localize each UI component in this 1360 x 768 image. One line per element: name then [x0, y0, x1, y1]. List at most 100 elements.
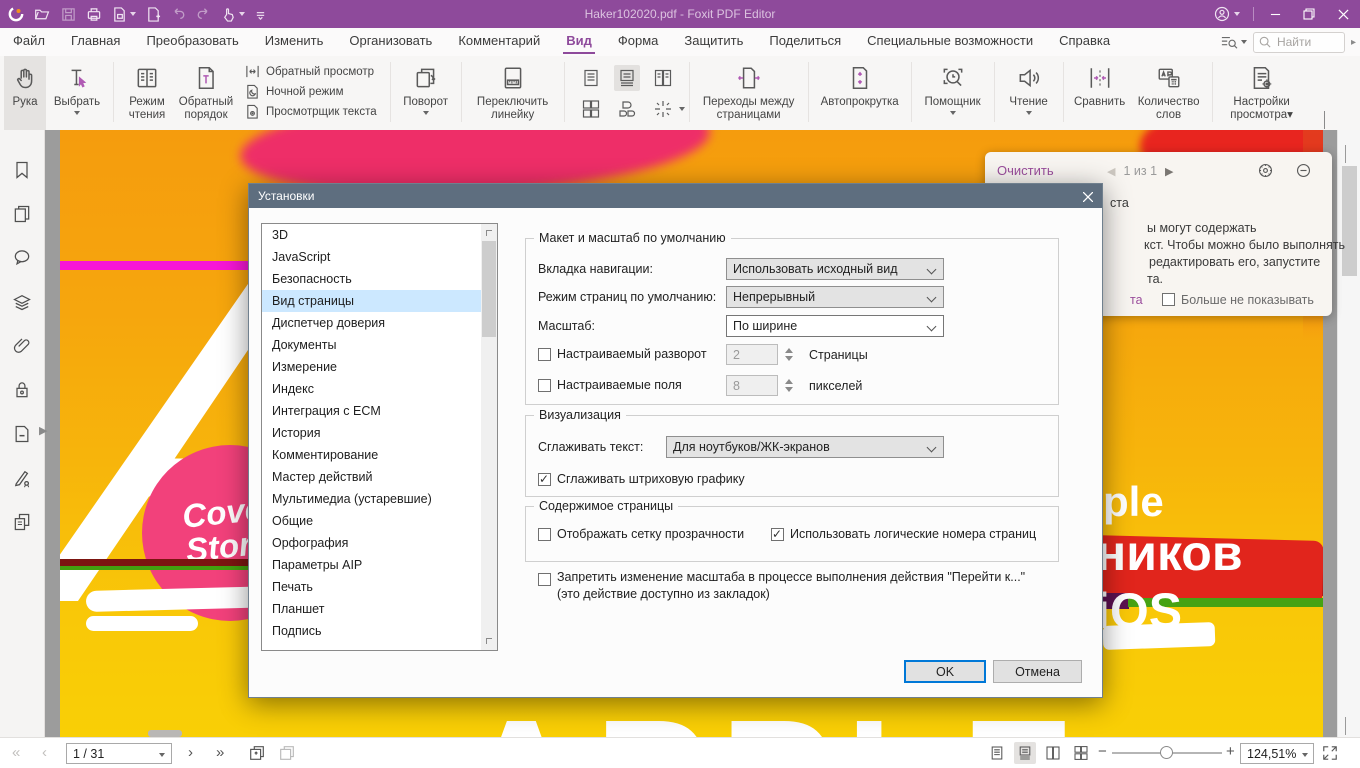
list-scroll-down[interactable]: [486, 638, 492, 644]
layout-facing-continuous-button[interactable]: [578, 96, 604, 122]
fullscreen-icon[interactable]: [1322, 745, 1338, 761]
destinations-panel-icon[interactable]: [12, 424, 32, 444]
zoom-slider-knob[interactable]: [1160, 746, 1173, 759]
list-item-multimedia[interactable]: Мультимедиа (устаревшие): [262, 488, 497, 510]
nav-tab-select[interactable]: Использовать исходный вид: [726, 258, 944, 280]
export-icon[interactable]: [112, 6, 136, 22]
rotate-dropdown-caret[interactable]: [422, 110, 429, 115]
attachments-panel-icon[interactable]: [12, 336, 32, 356]
list-item-action-wizard[interactable]: Мастер действий: [262, 466, 497, 488]
articles-panel-icon[interactable]: [12, 512, 32, 532]
menu-convert[interactable]: Преобразовать: [133, 28, 251, 56]
status-layout-quad-icon[interactable]: [1070, 742, 1092, 764]
account-icon[interactable]: [1205, 0, 1249, 28]
menu-share[interactable]: Поделиться: [756, 28, 854, 56]
custom-spread-checkbox[interactable]: [538, 347, 551, 361]
dialog-title-bar[interactable]: Установки: [249, 184, 1102, 208]
list-item-history[interactable]: История: [262, 422, 497, 444]
list-item-trust-manager[interactable]: Диспетчер доверия: [262, 312, 497, 334]
menu-comment[interactable]: Комментарий: [445, 28, 553, 56]
customize-qat-icon[interactable]: [255, 9, 266, 20]
list-item-javascript[interactable]: JavaScript: [262, 246, 497, 268]
security-panel-icon[interactable]: [12, 380, 32, 400]
logical-page-numbers-checkbox[interactable]: [771, 527, 784, 541]
dont-show-checkbox[interactable]: [1162, 293, 1175, 306]
scroll-up-arrow[interactable]: [1345, 145, 1346, 163]
menu-view[interactable]: Вид: [553, 28, 605, 56]
list-scrollbar[interactable]: [481, 224, 497, 650]
text-viewer-button[interactable]: Просмотрщик текста: [245, 104, 377, 119]
vertical-scrollbar-thumb[interactable]: [1342, 166, 1357, 276]
transparency-grid-checkbox[interactable]: [538, 527, 551, 541]
list-item-3d[interactable]: 3D: [262, 224, 497, 246]
page-field-caret[interactable]: [159, 753, 165, 757]
status-layout-single-icon[interactable]: [986, 742, 1008, 764]
menu-form[interactable]: Форма: [605, 28, 672, 56]
list-item-tablet[interactable]: Планшет: [262, 598, 497, 620]
print-icon[interactable]: [86, 7, 102, 22]
menu-protect[interactable]: Защитить: [671, 28, 756, 56]
assistant-dropdown-caret[interactable]: [949, 110, 956, 115]
pager-prev-icon[interactable]: ◀: [1107, 165, 1115, 178]
menu-accessibility[interactable]: Специальные возможности: [854, 28, 1046, 56]
assistant-button[interactable]: Помощник: [917, 56, 989, 130]
list-item-print[interactable]: Печать: [262, 576, 497, 598]
custom-spread-spin-buttons[interactable]: [782, 344, 795, 365]
custom-spread-spinner[interactable]: 2: [726, 344, 778, 365]
word-count-button[interactable]: Количество слов: [1131, 56, 1207, 130]
layout-facing-button[interactable]: [650, 65, 676, 91]
reverse-order-button[interactable]: Обратный порядок: [175, 56, 237, 130]
clear-link[interactable]: Очистить: [997, 163, 1054, 178]
night-mode-button[interactable]: Ночной режим: [245, 84, 377, 99]
close-button[interactable]: [1326, 0, 1360, 28]
menu-home[interactable]: Главная: [58, 28, 133, 56]
search-commands-icon[interactable]: [1220, 34, 1247, 50]
layout-continuous-button[interactable]: [613, 65, 640, 91]
list-item-measuring[interactable]: Измерение: [262, 356, 497, 378]
cancel-button[interactable]: Отмена: [993, 660, 1082, 683]
layout-separate-cover-button[interactable]: [614, 96, 640, 122]
select-tool-button[interactable]: Выбрать: [46, 56, 108, 130]
pager-next-icon[interactable]: ▶: [1165, 165, 1173, 178]
vertical-scrollbar[interactable]: [1337, 130, 1360, 737]
find-searchbox[interactable]: [1252, 31, 1345, 53]
open-file-icon[interactable]: [34, 7, 51, 22]
horizontal-scrollbar-thumb[interactable]: [148, 730, 182, 737]
touch-mode-icon[interactable]: [221, 7, 245, 22]
list-scrollbar-thumb[interactable]: [482, 241, 496, 337]
preferences-category-list[interactable]: 3D JavaScript Безопасность Вид страницы …: [261, 223, 498, 651]
smooth-line-art-checkbox[interactable]: [538, 472, 551, 486]
scroll-down-arrow[interactable]: [1345, 717, 1346, 735]
list-item-commenting[interactable]: Комментирование: [262, 444, 497, 466]
notification-collapse-icon[interactable]: [1295, 162, 1312, 179]
list-item-aip[interactable]: Параметры AIP: [262, 554, 497, 576]
list-item-page-display[interactable]: Вид страницы: [262, 290, 497, 312]
zoom-level-field[interactable]: 124,51%: [1240, 743, 1314, 764]
page-transitions-button[interactable]: Переходы между страницами: [695, 56, 803, 130]
zoom-field-caret[interactable]: [1302, 753, 1308, 757]
toggle-ruler-button[interactable]: Переключить линейку: [467, 56, 559, 130]
custom-margins-spin-buttons[interactable]: [782, 375, 795, 396]
menu-file[interactable]: Файл: [0, 28, 58, 56]
reading-button[interactable]: Чтение: [1000, 56, 1058, 130]
list-item-signature[interactable]: Подпись: [262, 620, 497, 642]
signatures-panel-icon[interactable]: [12, 468, 32, 488]
page-number-field[interactable]: 1 / 31: [66, 743, 172, 764]
read-mode-button[interactable]: Режим чтения: [119, 56, 175, 130]
split-dropdown-caret[interactable]: [678, 107, 685, 111]
status-layout-facing-icon[interactable]: [1042, 742, 1064, 764]
layout-split-button[interactable]: [650, 96, 685, 122]
menu-help[interactable]: Справка: [1046, 28, 1123, 56]
forbid-zoom-checkbox[interactable]: [538, 573, 551, 586]
custom-margins-spinner[interactable]: 8: [726, 375, 778, 396]
next-page-icon[interactable]: ›: [188, 744, 193, 761]
last-page-icon[interactable]: »: [216, 744, 224, 761]
menu-organize[interactable]: Организовать: [336, 28, 445, 56]
list-item-index[interactable]: Индекс: [262, 378, 497, 400]
previous-view-icon[interactable]: [248, 744, 266, 762]
bookmarks-panel-icon[interactable]: [12, 160, 32, 180]
menu-edit[interactable]: Изменить: [252, 28, 337, 56]
ok-button[interactable]: OK: [904, 660, 986, 683]
layers-panel-icon[interactable]: [12, 292, 32, 312]
list-item-security[interactable]: Безопасность: [262, 268, 497, 290]
